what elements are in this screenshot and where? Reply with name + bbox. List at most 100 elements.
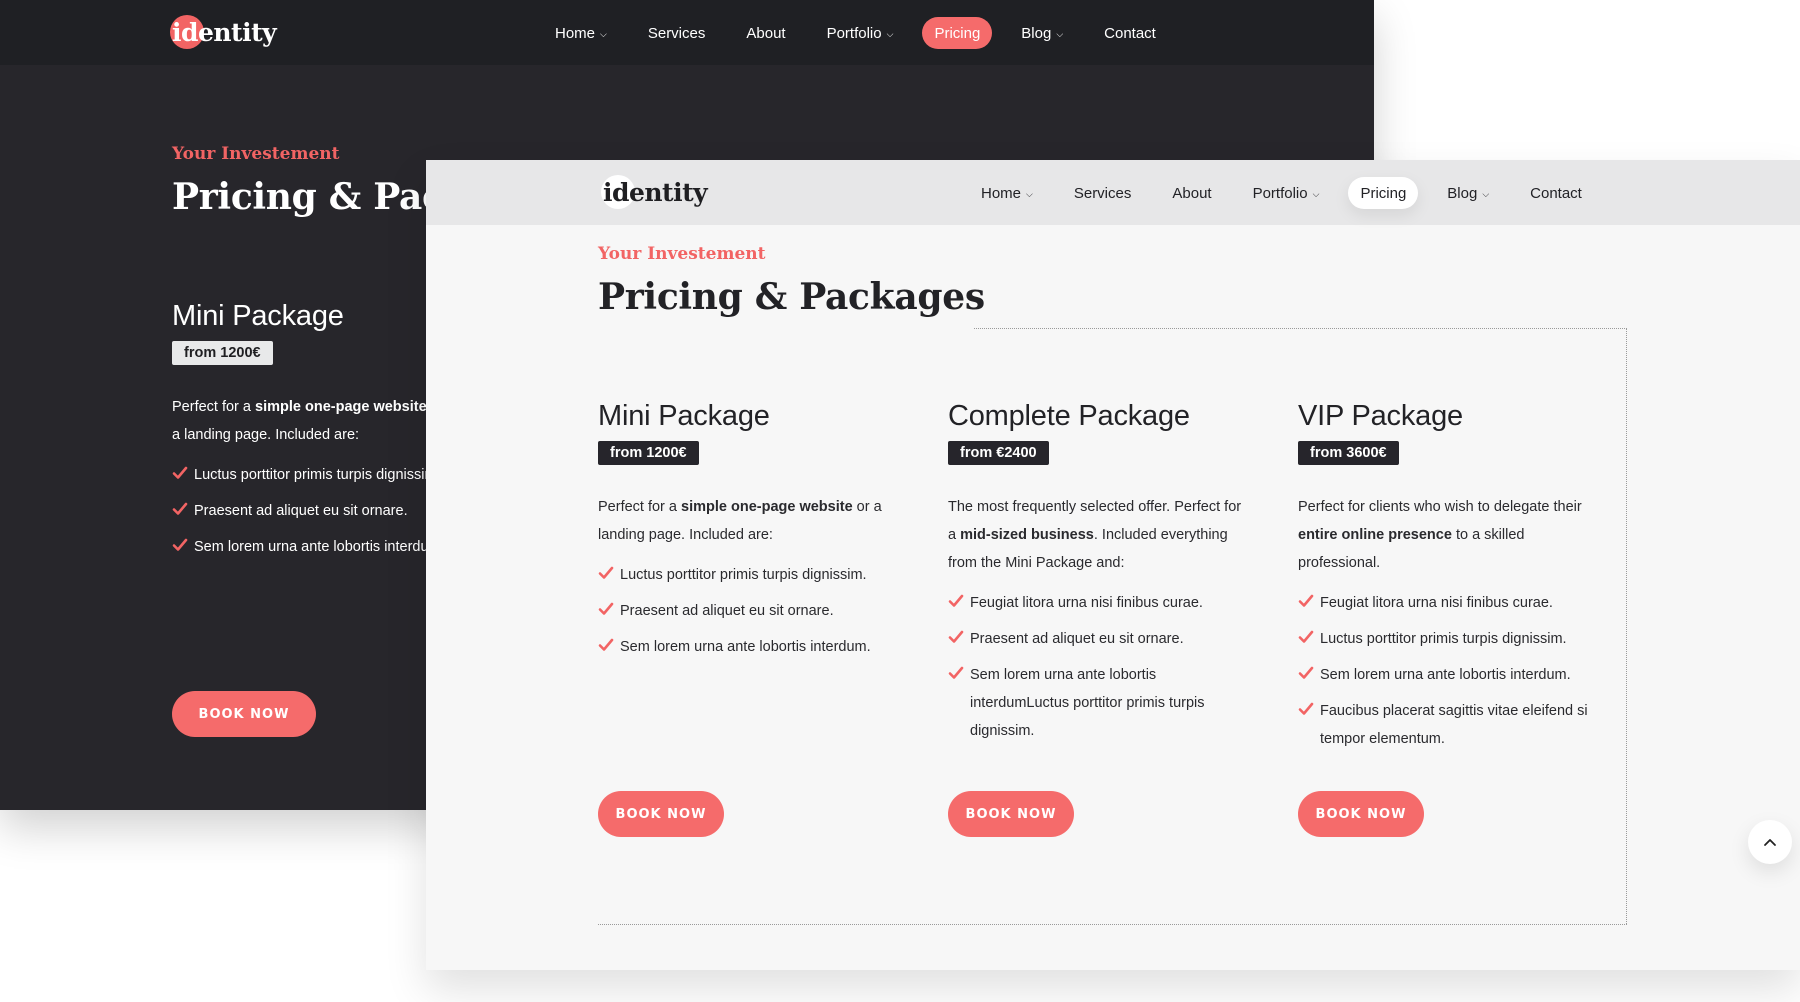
feature-item: Sem lorem urna ante lobortis interdum. <box>1298 661 1598 689</box>
package-card-complete: Complete Package from €2400 The most fre… <box>948 400 1248 753</box>
chevron-down-icon: ⌵ <box>1312 188 1320 199</box>
nav-item-services[interactable]: Services <box>1062 177 1144 209</box>
desc-highlight: mid-sized business <box>960 527 1094 543</box>
desc-highlight: entire online presence <box>1298 527 1452 543</box>
section-eyebrow: Your Investement <box>598 244 766 264</box>
check-icon <box>948 594 964 607</box>
book-now-button-complete[interactable]: BOOK NOW <box>948 791 1074 837</box>
feature-item: Sem lorem urna ante lobortis interdumLuc… <box>948 661 1248 745</box>
feature-text: Sem lorem urna ante lobortis interdumLuc… <box>970 667 1205 739</box>
package-description: The most frequently selected offer. Perf… <box>948 493 1248 577</box>
light-theme-preview: identity Home ⌵ Services About Portfolio ⌵… <box>426 160 1800 970</box>
package-card-mini: Mini Package from 1200€ Perfect for a si… <box>598 400 898 669</box>
logo-text: identity <box>172 17 277 47</box>
dotted-frame-right <box>1626 328 1627 924</box>
desc-highlight: simple one-page website <box>681 499 853 515</box>
book-now-button-vip[interactable]: BOOK NOW <box>1298 791 1424 837</box>
check-icon <box>172 466 188 479</box>
scroll-to-top-button[interactable] <box>1748 820 1792 864</box>
feature-text: Luctus porttitor primis turpis dignissim… <box>194 467 441 483</box>
nav-label: Home <box>555 24 596 42</box>
nav-item-contact[interactable]: Contact <box>1518 177 1594 209</box>
feature-text: Luctus porttitor primis turpis dignissim… <box>1320 631 1567 647</box>
nav-item-portfolio[interactable]: Portfolio ⌵ <box>815 17 906 49</box>
feature-item: Luctus porttitor primis turpis dignissim… <box>598 561 898 589</box>
logo[interactable]: identity <box>170 14 277 50</box>
nav-item-portfolio[interactable]: Portfolio ⌵ <box>1241 177 1332 209</box>
feature-item: Feugiat litora urna nisi finibus curae. <box>948 589 1248 617</box>
check-icon <box>172 502 188 515</box>
nav-label: Services <box>647 24 706 42</box>
desc-highlight: simple one-page website <box>255 399 427 415</box>
nav-label: Home <box>981 184 1022 202</box>
feature-text: Faucibus placerat sagittis vitae eleifen… <box>1320 703 1588 747</box>
chevron-up-icon <box>1764 839 1776 846</box>
logo-text: identity <box>603 177 708 207</box>
check-icon <box>598 566 614 579</box>
chevron-down-icon: ⌵ <box>600 28 607 39</box>
feature-item: Sem lorem urna ante lobortis interdum. <box>598 633 898 661</box>
main-nav: Home ⌵ Services About Portfolio ⌵ Pricing … <box>543 17 1168 49</box>
feature-text: Feugiat litora urna nisi finibus curae. <box>1320 595 1553 611</box>
nav-item-blog[interactable]: Blog ⌵ <box>1435 177 1501 209</box>
feature-text: Sem lorem urna ante lobortis interdum. <box>194 539 445 555</box>
nav-label: Portfolio <box>826 24 882 42</box>
price-badge: from 1200€ <box>598 441 699 465</box>
nav-label: Blog <box>1447 184 1478 202</box>
nav-item-contact[interactable]: Contact <box>1092 17 1168 49</box>
package-name: VIP Package <box>1298 400 1463 432</box>
nav-item-about[interactable]: About <box>1160 177 1223 209</box>
chevron-down-icon: ⌵ <box>1056 28 1064 39</box>
book-now-button[interactable]: BOOK NOW <box>172 691 316 737</box>
nav-label: Contact <box>1530 184 1582 202</box>
price-badge: from €2400 <box>948 441 1049 465</box>
feature-list: Feugiat litora urna nisi finibus curae. … <box>1298 589 1598 753</box>
package-card-vip: VIP Package from 3600€ Perfect for clien… <box>1298 400 1598 761</box>
package-name: Mini Package <box>598 400 770 432</box>
section-eyebrow: Your Investement <box>172 144 340 164</box>
feature-list: Luctus porttitor primis turpis dignissim… <box>598 561 898 661</box>
package-name: Complete Package <box>948 400 1190 432</box>
nav-label: Portfolio <box>1252 184 1308 202</box>
package-description: Perfect for a simple one-page website or… <box>598 493 898 549</box>
nav-item-home[interactable]: Home ⌵ <box>543 17 619 49</box>
nav-item-home[interactable]: Home ⌵ <box>969 177 1045 209</box>
feature-text: Praesent ad aliquet eu sit ornare. <box>620 603 834 619</box>
nav-item-services[interactable]: Services <box>636 17 718 49</box>
desc-text: Perfect for clients who wish to delegate… <box>1298 499 1582 515</box>
package-description: Perfect for clients who wish to delegate… <box>1298 493 1598 577</box>
feature-list: Feugiat litora urna nisi finibus curae. … <box>948 589 1248 745</box>
feature-text: Sem lorem urna ante lobortis interdum. <box>1320 667 1571 683</box>
nav-item-about[interactable]: About <box>734 17 797 49</box>
book-now-button-mini[interactable]: BOOK NOW <box>598 791 724 837</box>
feature-item: Luctus porttitor primis turpis dignissim… <box>1298 625 1598 653</box>
light-header: identity Home ⌵ Services About Portfolio ⌵… <box>426 160 1800 225</box>
check-icon <box>1298 702 1314 715</box>
price-badge: from 1200€ <box>172 341 273 365</box>
check-icon <box>172 538 188 551</box>
logo[interactable]: identity <box>601 174 708 210</box>
desc-text: a landing page. Included are: <box>172 427 360 443</box>
feature-text: Sem lorem urna ante lobortis interdum. <box>620 639 871 655</box>
nav-label: Pricing <box>934 24 981 42</box>
chevron-down-icon: ⌵ <box>1026 188 1033 199</box>
nav-item-blog[interactable]: Blog ⌵ <box>1009 17 1075 49</box>
check-icon <box>948 630 964 643</box>
chevron-down-icon: ⌵ <box>1482 188 1490 199</box>
nav-label: Services <box>1073 184 1132 202</box>
feature-text: Luctus porttitor primis turpis dignissim… <box>620 567 867 583</box>
feature-item: Feugiat litora urna nisi finibus curae. <box>1298 589 1598 617</box>
chevron-down-icon: ⌵ <box>886 28 894 39</box>
dotted-frame-bottom <box>598 924 1627 925</box>
check-icon <box>1298 630 1314 643</box>
check-icon <box>598 638 614 651</box>
page-title: Pricing & Packages <box>598 276 985 318</box>
feature-item: Faucibus placerat sagittis vitae eleifen… <box>1298 697 1598 753</box>
nav-item-pricing[interactable]: Pricing <box>1348 177 1419 209</box>
nav-label: Blog <box>1021 24 1052 42</box>
price-badge: from 3600€ <box>1298 441 1399 465</box>
check-icon <box>1298 666 1314 679</box>
nav-item-pricing[interactable]: Pricing <box>922 17 993 49</box>
dark-header: identity Home ⌵ Services About Portfolio ⌵… <box>0 0 1374 65</box>
nav-label: Contact <box>1104 24 1156 42</box>
